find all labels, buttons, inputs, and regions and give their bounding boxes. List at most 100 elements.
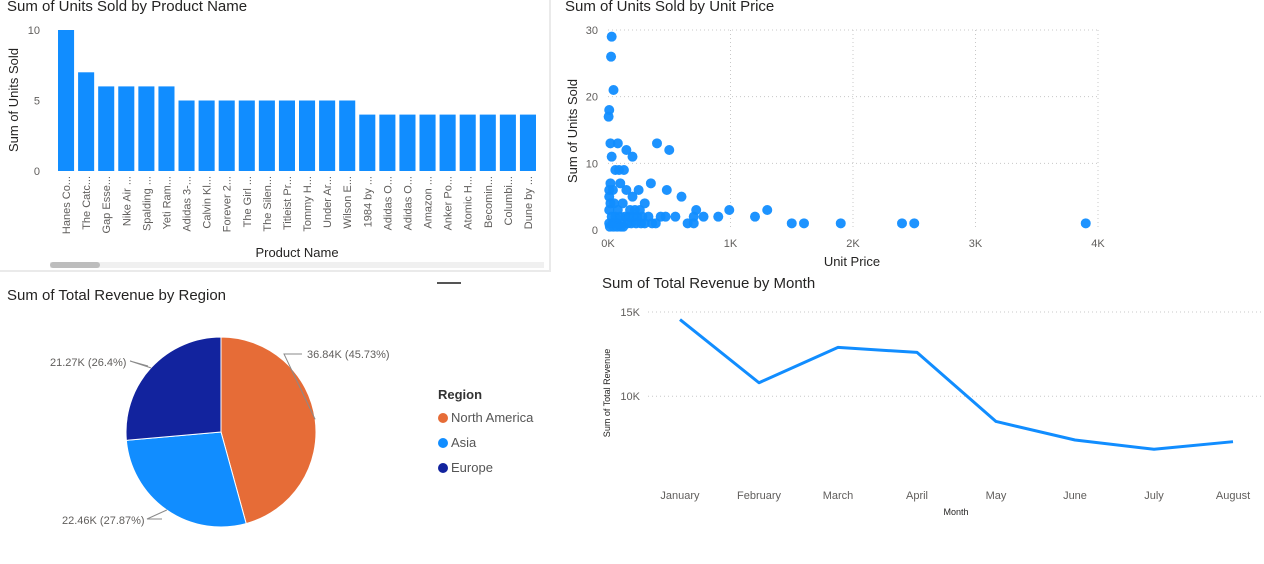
bar-x-tick-label: Gap Esse...	[101, 176, 113, 233]
pie-leader-line	[129, 360, 152, 369]
bar-1984-by	[359, 114, 376, 171]
bar-under-ar	[319, 100, 336, 171]
legend-label-europe: Europe	[451, 460, 493, 475]
bar-x-tick-label: The Catc...	[81, 176, 93, 230]
bar-adidas-o	[379, 114, 396, 171]
scatter-point	[612, 138, 623, 149]
bar-x-tick-label: 1984 by ...	[362, 176, 374, 227]
scatter-point	[713, 211, 724, 222]
scatter-point	[603, 111, 614, 122]
scatter-x-tick-label: 3K	[969, 238, 983, 250]
bar-forever-2	[218, 100, 235, 171]
scatter-point	[645, 178, 656, 189]
line-x-tick-label: March	[823, 490, 854, 502]
bar-anker-po	[439, 114, 456, 171]
scatter-point	[661, 185, 672, 195]
scatter-point	[909, 218, 920, 229]
line-x-tick-label: May	[986, 490, 1007, 502]
legend-dot-north-america	[438, 412, 448, 423]
bar-the-girl	[238, 100, 255, 171]
bar-y-tick-label: 5	[34, 96, 40, 108]
line-x-tick-label: April	[906, 490, 928, 502]
bar-x-tick-label: Forever 2...	[222, 176, 234, 232]
bar-x-tick-label: Tommy H...	[302, 176, 314, 232]
bar-x-tick-label: The Silen...	[262, 176, 274, 232]
bar-x-axis-label: Product Name	[255, 245, 338, 260]
scatter-point	[1080, 218, 1091, 229]
pie-data-label-asia: 22.46K (27.87%)	[62, 515, 145, 527]
bar-y-axis-label: Sum of Units Sold	[6, 48, 21, 152]
scatter-y-tick-label: 0	[592, 225, 598, 237]
bar-wilson-e	[339, 100, 356, 171]
scatter-point	[606, 51, 617, 62]
bar-atomic-h	[459, 114, 476, 171]
legend-item-asia[interactable]: Asia	[438, 435, 476, 450]
bar-y-tick-label: 0	[34, 166, 40, 178]
scatter-point	[835, 218, 846, 229]
scrollbar-thumb[interactable]	[50, 262, 100, 268]
bar-x-tick-label: Atomic H...	[463, 176, 475, 230]
bar-x-tick-label: Adidas O...	[382, 176, 394, 230]
bar-x-tick-label: Calvin Kl...	[202, 176, 214, 229]
scatter-point	[618, 221, 629, 232]
scatter-x-tick-label: 2K	[846, 238, 860, 250]
bar-x-tick-label: Anker Po...	[443, 176, 455, 230]
scatter-point	[724, 205, 735, 215]
scatter-x-tick-label: 1K	[724, 238, 738, 250]
line-x-tick-label: January	[660, 490, 700, 502]
bar-x-tick-label: Dune by ...	[523, 176, 535, 229]
legend-item-europe[interactable]: Europe	[438, 460, 493, 475]
line-chart: 10K 15K Sum of Total Revenue January Februar…	[602, 307, 1264, 517]
line-y-tick-label: 15K	[620, 307, 640, 319]
legend-dot-asia	[438, 437, 448, 448]
bar-amazon	[419, 114, 436, 171]
scatter-x-axis-label: Unit Price	[824, 254, 880, 269]
scatter-point	[691, 205, 702, 215]
scatter-point	[762, 205, 773, 215]
scatter-y-tick-label: 20	[586, 92, 598, 104]
bar-tommy-h	[299, 100, 316, 171]
bar-x-tick-label: Nike Air ...	[121, 176, 133, 226]
bar-calvin-kl	[198, 100, 215, 171]
bar-gap-esse	[98, 86, 115, 171]
bar-x-tick-label: Under Ar...	[322, 176, 334, 228]
bar-x-tick-label: Wilson E...	[342, 176, 354, 229]
legend-label-north-america: North America	[451, 410, 534, 425]
bar-chart-panel: Sum of Units Sold by Product Name 0 5 10 Su…	[0, 0, 550, 272]
scrollbar-track	[50, 262, 544, 268]
scatter-point	[750, 211, 760, 222]
scatter-point	[627, 191, 638, 202]
scatter-point	[627, 151, 638, 162]
scatter-point	[650, 218, 661, 229]
scatter-point	[664, 145, 675, 155]
bar-x-tick-label: Columbi...	[503, 176, 515, 226]
line-series	[679, 318, 1234, 451]
legend-item-north-america[interactable]: North America	[438, 410, 533, 425]
line-y-axis-label: Sum of Total Revenue	[602, 349, 612, 437]
bar-x-tick-label: Yeti Ram...	[161, 176, 173, 229]
line-chart-panel: Sum of Total Revenue by Month 10K 15K Sum …	[590, 272, 1264, 564]
scatter-point	[652, 138, 662, 149]
pie-data-label-europe: 21.27K (26.4%)	[50, 357, 126, 369]
pie-data-label-north-america: 36.84K (45.73%)	[307, 349, 390, 361]
scatter-point	[688, 218, 699, 229]
scatter-y-axis-label: Sum of Units Sold	[565, 79, 580, 183]
scatter-y-tick-label: 10	[586, 158, 598, 170]
line-x-tick-label: February	[737, 490, 782, 502]
scatter-point	[670, 211, 681, 222]
scatter-x-tick-label: 0K	[601, 238, 615, 250]
bar-columbi	[499, 114, 516, 171]
scatter-point	[660, 211, 671, 222]
legend-label-asia: Asia	[451, 435, 477, 450]
scatter-point	[606, 151, 617, 162]
scatter-point	[618, 165, 629, 175]
bar-hanes-co	[58, 30, 75, 171]
scatter-point	[897, 218, 907, 229]
line-y-tick-label: 10K	[620, 391, 640, 403]
bar-x-tick-label: Adidas O...	[402, 176, 414, 230]
bar-x-tick-label: Becomin...	[483, 176, 495, 228]
scatter-point	[676, 191, 687, 202]
line-x-tick-label: July	[1144, 490, 1164, 502]
bar-chart: 0 5 10 Sum of Units Sold Hanes Co... The Catc…	[6, 25, 544, 268]
bar-adidas-o	[399, 114, 416, 171]
